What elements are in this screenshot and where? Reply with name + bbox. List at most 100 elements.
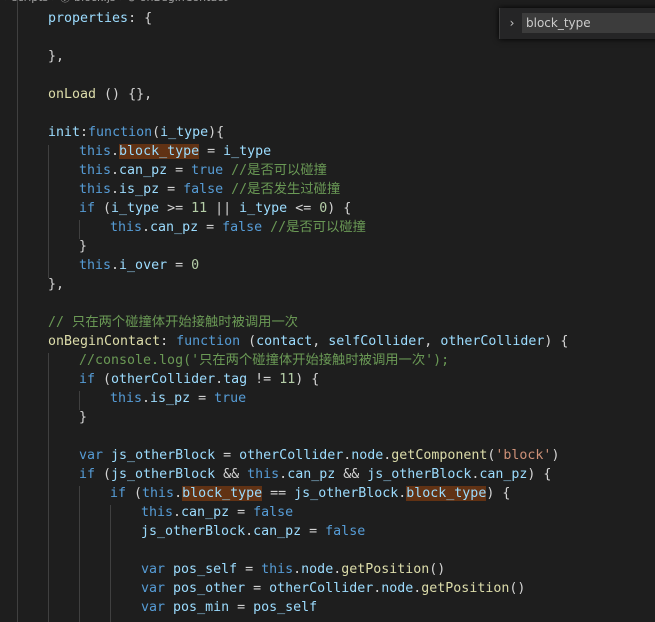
code-token: pos_self — [253, 600, 318, 615]
code-token: false — [253, 505, 294, 520]
code-token: var — [141, 581, 166, 596]
code-token: . — [215, 372, 224, 387]
code-token: if — [79, 201, 96, 216]
code-token: && — [335, 467, 368, 482]
code-token: : — [80, 125, 89, 140]
code-line[interactable]: this.is_pz = false //是否发生过碰撞 — [79, 180, 340, 199]
code-token: node — [351, 448, 384, 463]
code-token: is_pz — [150, 391, 191, 406]
code-token: 11 — [279, 372, 296, 387]
code-line[interactable]: if (otherCollider.tag != 11) { — [79, 370, 319, 389]
code-token: pos_self — [173, 562, 238, 577]
code-token: true — [214, 391, 247, 406]
code-token: this — [141, 505, 174, 520]
code-line[interactable]: //console.log('只在两个碰撞体开始接触时被调用一次'); — [79, 351, 449, 370]
code-token: properties — [48, 11, 129, 26]
code-line[interactable]: this.block_type = i_type — [79, 142, 271, 161]
code-token: this — [79, 163, 112, 178]
code-line[interactable]: if (js_otherBlock && this.can_pz && js_o… — [79, 465, 551, 484]
code-token: . — [111, 258, 120, 273]
code-token: otherCollider — [239, 448, 344, 463]
code-token: ) { — [544, 334, 569, 349]
code-line[interactable]: onLoad () {}, — [48, 85, 152, 104]
code-token: //是否可以碰撞 — [270, 220, 366, 235]
code-token: false — [183, 182, 224, 197]
code-token: this — [110, 220, 143, 235]
code-token: this — [142, 486, 175, 501]
code-token: var — [79, 448, 104, 463]
code-token: contact — [256, 334, 313, 349]
code-token: this — [79, 182, 112, 197]
code-token: : { — [128, 11, 153, 26]
code-line[interactable]: var pos_self = this.node.getPosition() — [141, 560, 445, 579]
code-line[interactable]: this.can_pz = false //是否可以碰撞 — [110, 218, 366, 237]
code-line[interactable]: var pos_other = otherCollider.node.getPo… — [141, 579, 525, 598]
chevron-right-icon[interactable]: › — [506, 15, 518, 31]
code-token: i_type — [239, 201, 288, 216]
code-line[interactable]: init:function(i_type){ — [48, 123, 224, 142]
code-token: false — [222, 220, 263, 235]
code-token: pos_other — [173, 581, 246, 596]
code-token: if — [79, 467, 96, 482]
code-line[interactable]: } — [79, 237, 87, 256]
indent-guide — [48, 145, 49, 278]
code-line[interactable]: if (i_type >= 11 || i_type <= 0) { — [79, 199, 351, 218]
code-token: true — [191, 163, 224, 178]
code-token: can_pz — [150, 220, 199, 235]
code-token: if — [110, 486, 127, 501]
code-token: ){ — [208, 125, 225, 140]
code-token: 11 — [191, 201, 208, 216]
code-token: selfCollider — [328, 334, 425, 349]
indent-guide — [79, 486, 80, 622]
code-token: . — [279, 467, 288, 482]
code-token: // 只在两个碰撞体开始接触时被调用一次 — [48, 315, 299, 330]
code-token: () — [509, 581, 526, 596]
code-token: if — [79, 372, 96, 387]
code-line[interactable]: this.can_pz = false — [141, 503, 293, 522]
code-token: node — [301, 562, 334, 577]
code-line[interactable]: this.can_pz = true //是否可以碰撞 — [79, 161, 327, 180]
code-token: js_otherBlock — [367, 467, 472, 482]
code-token: } — [79, 239, 88, 254]
code-token: . — [142, 220, 151, 235]
code-token: ( — [95, 372, 112, 387]
code-line[interactable]: this.is_pz = true — [110, 389, 246, 408]
code-token: == — [262, 486, 295, 501]
code-token: this — [247, 467, 280, 482]
code-editor[interactable]: › scripts › ⓙ block.js › ⊙ onBeginContac… — [0, 0, 655, 622]
code-line[interactable]: onBeginContact: function (contact, selfC… — [48, 332, 568, 351]
indent-guide — [48, 353, 49, 622]
code-line[interactable]: } — [79, 408, 87, 427]
code-line[interactable]: }, — [48, 275, 64, 294]
code-token: this — [79, 258, 112, 273]
search-match: block_type — [406, 486, 487, 501]
code-line[interactable]: js_otherBlock.can_pz = false — [141, 522, 365, 541]
find-input[interactable] — [522, 13, 655, 33]
code-token: init — [48, 125, 81, 140]
code-line[interactable]: this.i_over = 0 — [79, 256, 199, 275]
code-line[interactable]: }, — [48, 47, 64, 66]
code-line[interactable]: // 只在两个碰撞体开始接触时被调用一次 — [48, 313, 298, 332]
code-token: i_type — [160, 125, 209, 140]
code-token: }, — [48, 49, 65, 64]
code-line[interactable]: var js_otherBlock = otherCollider.node.g… — [79, 446, 559, 465]
code-token: can_pz — [119, 163, 168, 178]
code-line[interactable]: if (this.block_type == js_otherBlock.blo… — [110, 484, 510, 503]
breadcrumb[interactable]: › scripts › ⓙ block.js › ⊙ onBeginContac… — [0, 0, 655, 8]
code-line[interactable]: properties: { — [48, 9, 152, 28]
code-token: () {}, — [96, 87, 153, 102]
code-token: , — [424, 334, 441, 349]
code-token: = — [229, 505, 254, 520]
code-token: = — [159, 182, 184, 197]
code-line[interactable]: var pos_min = pos_self — [141, 598, 317, 617]
search-match: block_type — [182, 486, 263, 501]
code-token: js_otherBlock — [141, 524, 246, 539]
code-token: = — [190, 391, 215, 406]
code-token: tag — [223, 372, 248, 387]
code-token: //是否发生过碰撞 — [231, 182, 341, 197]
code-token: var — [141, 600, 166, 615]
